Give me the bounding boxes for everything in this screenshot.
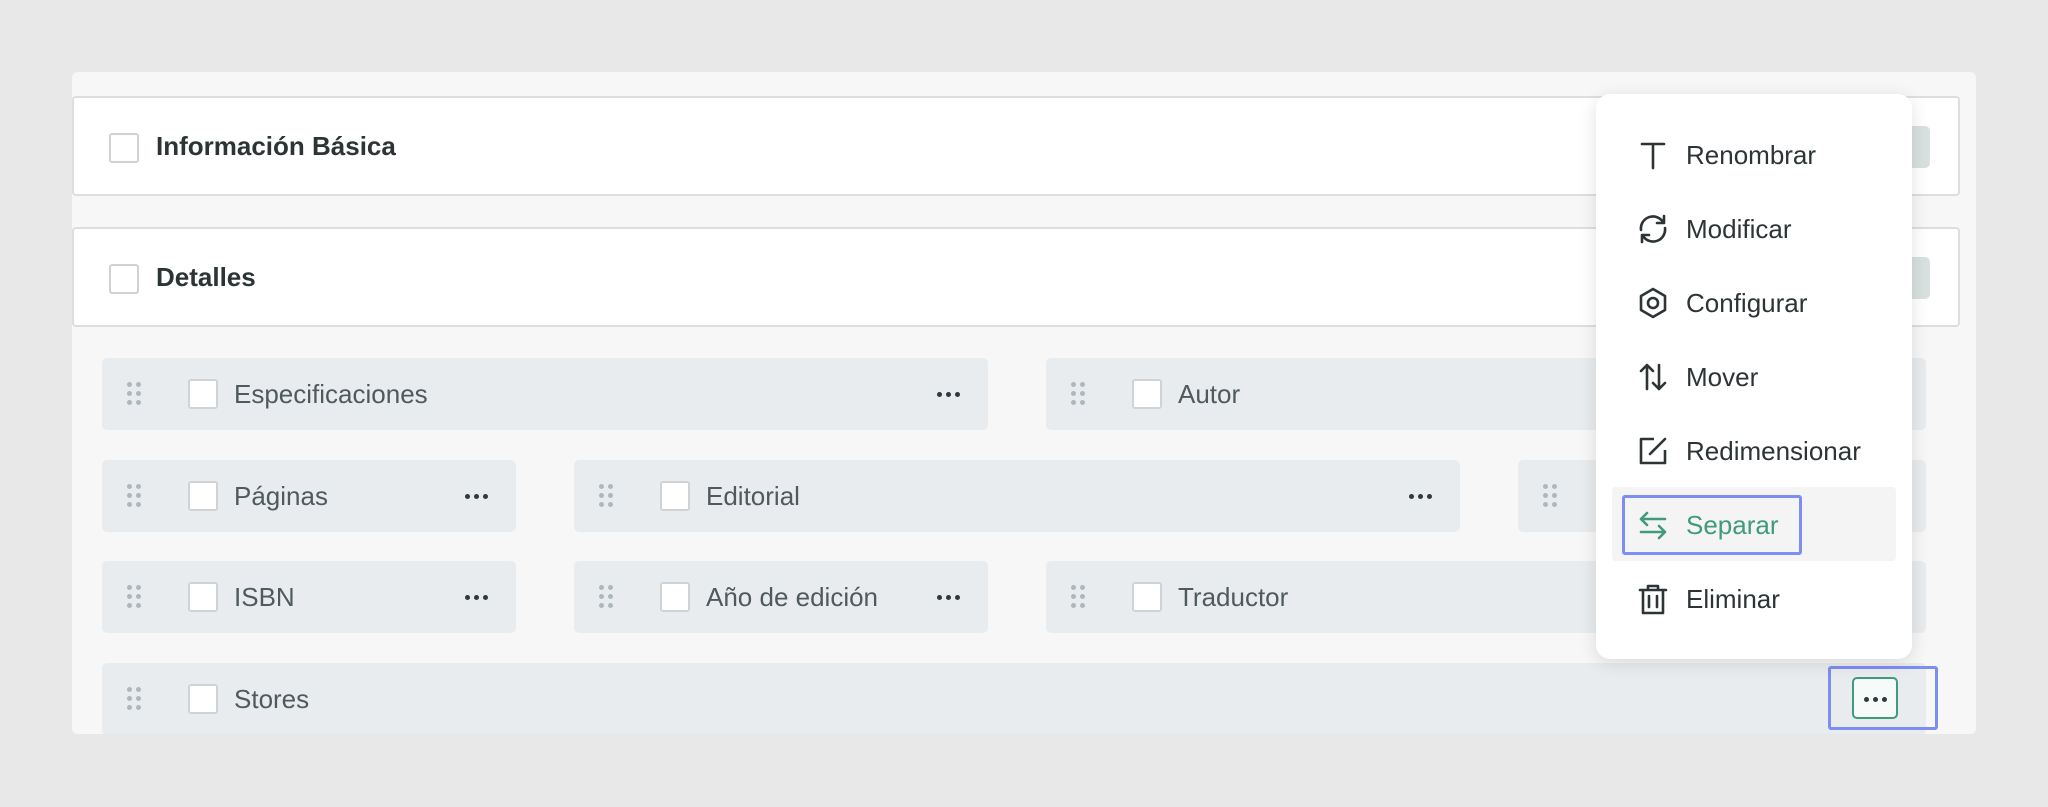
menu-item-label: Eliminar [1686,584,1780,614]
selection-highlight [1622,495,1802,555]
drag-handle-icon[interactable] [127,585,141,609]
field-checkbox[interactable] [188,481,218,511]
field-label: Stores [234,684,310,714]
section-title: Información Básica [156,131,396,161]
text-icon [1640,142,1666,170]
section-checkbox[interactable] [109,264,139,294]
field-anio-edicion[interactable]: Año de edición [574,561,988,633]
field-label: Páginas [234,481,328,511]
context-menu: Renombrar Modificar Configurar Mover Red… [1596,94,1912,659]
field-checkbox[interactable] [660,582,690,612]
drag-handle-icon[interactable] [127,484,141,508]
drag-handle-icon[interactable] [1071,585,1085,609]
section-checkbox[interactable] [109,133,139,163]
menu-item-renombrar[interactable]: Renombrar [1612,117,1896,191]
field-especificaciones[interactable]: Especificaciones [102,358,988,430]
drag-handle-icon[interactable] [599,484,613,508]
drag-handle-icon[interactable] [1543,484,1557,508]
field-paginas[interactable]: Páginas [102,460,516,532]
field-checkbox[interactable] [660,481,690,511]
field-checkbox[interactable] [188,684,218,714]
trash-icon [1638,584,1668,615]
field-checkbox[interactable] [188,582,218,612]
hexagon-settings-icon [1639,287,1667,319]
field-checkbox[interactable] [1132,379,1162,409]
menu-item-modificar[interactable]: Modificar [1612,191,1896,265]
menu-item-redimensionar[interactable]: Redimensionar [1612,413,1896,487]
menu-item-eliminar[interactable]: Eliminar [1612,561,1896,635]
field-label: Traductor [1178,582,1289,612]
menu-item-mover[interactable]: Mover [1612,339,1896,413]
field-editorial[interactable]: Editorial [574,460,1460,532]
more-options-icon[interactable] [458,583,494,611]
menu-item-label: Mover [1686,362,1759,392]
drag-handle-icon[interactable] [599,585,613,609]
menu-item-label: Modificar [1686,214,1792,244]
drag-handle-icon[interactable] [127,687,141,711]
section-title: Detalles [156,262,256,292]
more-options-icon[interactable] [930,583,966,611]
refresh-icon [1639,214,1667,244]
menu-item-label: Renombrar [1686,140,1817,170]
field-label: Editorial [706,481,800,511]
drag-handle-icon[interactable] [1071,382,1085,406]
field-isbn[interactable]: ISBN [102,561,516,633]
menu-item-label: Redimensionar [1686,436,1861,466]
field-checkbox[interactable] [188,379,218,409]
resize-edit-icon [1639,437,1667,465]
more-options-icon[interactable] [930,380,966,408]
field-stores[interactable]: Stores [102,663,1926,734]
field-label: Especificaciones [234,379,428,409]
drag-handle-icon[interactable] [127,382,141,406]
field-label: Año de edición [706,582,879,612]
arrows-up-down-icon [1639,363,1667,391]
selection-highlight [1828,666,1938,730]
menu-item-configurar[interactable]: Configurar [1612,265,1896,339]
menu-item-label: Configurar [1686,288,1808,318]
more-options-icon[interactable] [1402,482,1438,510]
field-label: ISBN [234,582,295,612]
field-checkbox[interactable] [1132,582,1162,612]
field-label: Autor [1178,379,1241,409]
more-options-icon[interactable] [458,482,494,510]
